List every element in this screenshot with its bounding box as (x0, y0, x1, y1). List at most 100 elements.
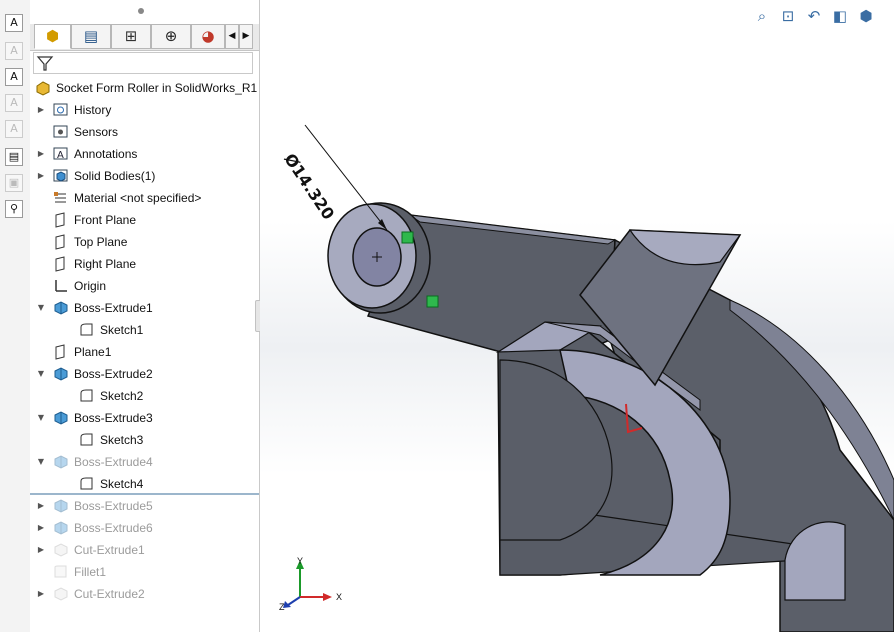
tree-item-label: Boss-Extrude2 (74, 367, 153, 381)
tree-item-boss-extrude1[interactable]: ▼ Boss-Extrude1 (30, 298, 259, 318)
tree-item-solid-bodies-1[interactable]: ▶ Solid Bodies(1) (30, 166, 259, 186)
expand-arrow-icon[interactable]: ▶ (36, 584, 46, 604)
tree-filter[interactable] (33, 52, 253, 74)
tree-item-sketch2[interactable]: Sketch2 (30, 386, 259, 406)
tree-item-label: Right Plane (74, 257, 137, 271)
tree-item-right-plane[interactable]: Right Plane (30, 254, 259, 274)
sketch-icon (80, 389, 93, 402)
tree-item-sketch4[interactable]: Sketch4 (30, 474, 259, 494)
tree-item-annotations[interactable]: ▶ A Annotations (30, 144, 259, 164)
collapse-arrow-icon[interactable]: ▼ (36, 364, 46, 384)
left-command-toolbar: A A A A A ▤ ▣ ⚲ (0, 0, 31, 632)
tree-item-boss-extrude2[interactable]: ▼ Boss-Extrude2 (30, 364, 259, 384)
svg-text:A: A (57, 150, 64, 161)
tree-item-fillet1[interactable]: Fillet1 (30, 562, 259, 582)
rollback-bar[interactable] (30, 493, 259, 495)
tab-scroll-left[interactable]: ◀ (225, 24, 239, 49)
tree-item-label: Solid Bodies(1) (74, 169, 156, 183)
expand-arrow-icon[interactable]: ▶ (36, 166, 46, 186)
selection-handle[interactable] (401, 231, 414, 244)
selection-handle[interactable] (426, 295, 439, 308)
extrude-icon (54, 455, 68, 469)
plane-icon (55, 212, 65, 228)
origin-icon (55, 280, 67, 292)
tab-displaymanager[interactable]: ◕ (191, 24, 225, 49)
tree-item-sketch3[interactable]: Sketch3 (30, 430, 259, 450)
tree-item-label: Boss-Extrude3 (74, 411, 153, 425)
table-icon[interactable]: ▤ (5, 148, 23, 166)
tree-item-label: Boss-Extrude6 (74, 521, 153, 535)
tree-item-label: Annotations (74, 147, 138, 161)
smart-dimension-icon[interactable]: A (5, 14, 23, 32)
history-folder-icon (53, 103, 68, 116)
tree-item-label: Origin (74, 279, 107, 293)
tree-item-boss-extrude6[interactable]: ▶ Boss-Extrude6 (30, 518, 259, 538)
extrude-icon (54, 521, 68, 535)
plane-icon (55, 256, 65, 272)
tree-item-label: Sensors (74, 125, 119, 139)
tree-item-sensors[interactable]: Sensors (30, 122, 259, 142)
balloon-icon[interactable]: A (5, 94, 23, 112)
extrude-icon (54, 499, 68, 513)
panel-tabs: ⬢ ▤ ⊞ ⊕ ◕ ◀ ▶ (30, 24, 259, 51)
collapse-arrow-icon[interactable]: ▼ (36, 452, 46, 472)
expand-arrow-icon[interactable]: ▶ (36, 100, 46, 120)
feature-manager-panel: ⬢ ▤ ⊞ ⊕ ◕ ◀ ▶ Socket Form Roller in Soli… (30, 0, 260, 632)
magnetic-line-icon[interactable]: A (5, 120, 23, 138)
tree-item-label: Sketch2 (100, 389, 144, 403)
tree-item-origin[interactable]: Origin (30, 276, 259, 296)
triad-z-label: Z (279, 602, 285, 612)
tree-item-label: Cut-Extrude1 (74, 543, 145, 557)
tab-propertymanager[interactable]: ▤ (71, 24, 111, 49)
tab-featuremanager[interactable]: ⬢ (34, 24, 71, 49)
tab-configurationmanager[interactable]: ⊞ (111, 24, 151, 49)
tree-item-sketch1[interactable]: Sketch1 (30, 320, 259, 340)
collapse-arrow-icon[interactable]: ▼ (36, 408, 46, 428)
sensors-icon (53, 125, 68, 138)
hole-callout-icon[interactable]: ⚲ (5, 200, 23, 218)
expand-arrow-icon[interactable]: ▶ (36, 518, 46, 538)
tree-item-boss-extrude3[interactable]: ▼ Boss-Extrude3 (30, 408, 259, 428)
cut-extrude-icon (54, 587, 68, 601)
coordinate-triad (283, 560, 332, 608)
extrude-icon (54, 367, 68, 381)
solid-bodies-icon (53, 169, 68, 182)
tab-dimxpertmanager[interactable]: ⊕ (151, 24, 191, 49)
collapse-arrow-icon[interactable]: ▼ (36, 298, 46, 318)
tree-item-top-plane[interactable]: Top Plane (30, 232, 259, 252)
tree-item-history[interactable]: ▶ History (30, 100, 259, 120)
plane-icon (55, 234, 65, 250)
auto-balloon-icon[interactable]: A (5, 68, 23, 86)
annotations-icon: A (53, 147, 68, 161)
expand-arrow-icon[interactable]: ▶ (36, 144, 46, 164)
tree-item-boss-extrude4[interactable]: ▼ Boss-Extrude4 (30, 452, 259, 472)
sketch-icon (80, 477, 93, 490)
tab-scroll-right[interactable]: ▶ (239, 24, 253, 49)
expand-arrow-icon[interactable]: ▶ (36, 496, 46, 516)
cut-extrude-icon (54, 543, 68, 557)
part-icon (36, 81, 50, 96)
tree-item-label: Sketch1 (100, 323, 144, 337)
expand-arrow-icon[interactable]: ▶ (36, 540, 46, 560)
tree-item-cut-extrude2[interactable]: ▶ Cut-Extrude2 (30, 584, 259, 604)
tree-item-cut-extrude1[interactable]: ▶ Cut-Extrude1 (30, 540, 259, 560)
tree-item-material-not-specified[interactable]: Material <not specified> (30, 188, 259, 208)
triad-x-label: X (336, 592, 343, 602)
tree-item-label: Top Plane (74, 235, 128, 249)
block-icon[interactable]: ▣ (5, 174, 23, 192)
graphics-area[interactable]: ⌕ ⊡ ↶ ◧ ⬢ Ø14.320 Y X Z (260, 0, 894, 632)
tree-item-plane1[interactable]: Plane1 (30, 342, 259, 362)
part-model[interactable] (260, 0, 894, 632)
tree-item-boss-extrude5[interactable]: ▶ Boss-Extrude5 (30, 496, 259, 516)
plane-icon (55, 344, 65, 360)
note-icon[interactable]: A (5, 42, 23, 60)
tree-item-front-plane[interactable]: Front Plane (30, 210, 259, 230)
tree-item-label: Plane1 (74, 345, 112, 359)
tree-item-label: Cut-Extrude2 (74, 587, 145, 601)
material-icon (54, 192, 66, 203)
tree-item-label: Boss-Extrude4 (74, 455, 153, 469)
sketch-icon (80, 323, 93, 336)
extrude-icon (54, 301, 68, 315)
tree-item-label: Material <not specified> (74, 191, 202, 205)
tree-item-label: Boss-Extrude5 (74, 499, 153, 513)
